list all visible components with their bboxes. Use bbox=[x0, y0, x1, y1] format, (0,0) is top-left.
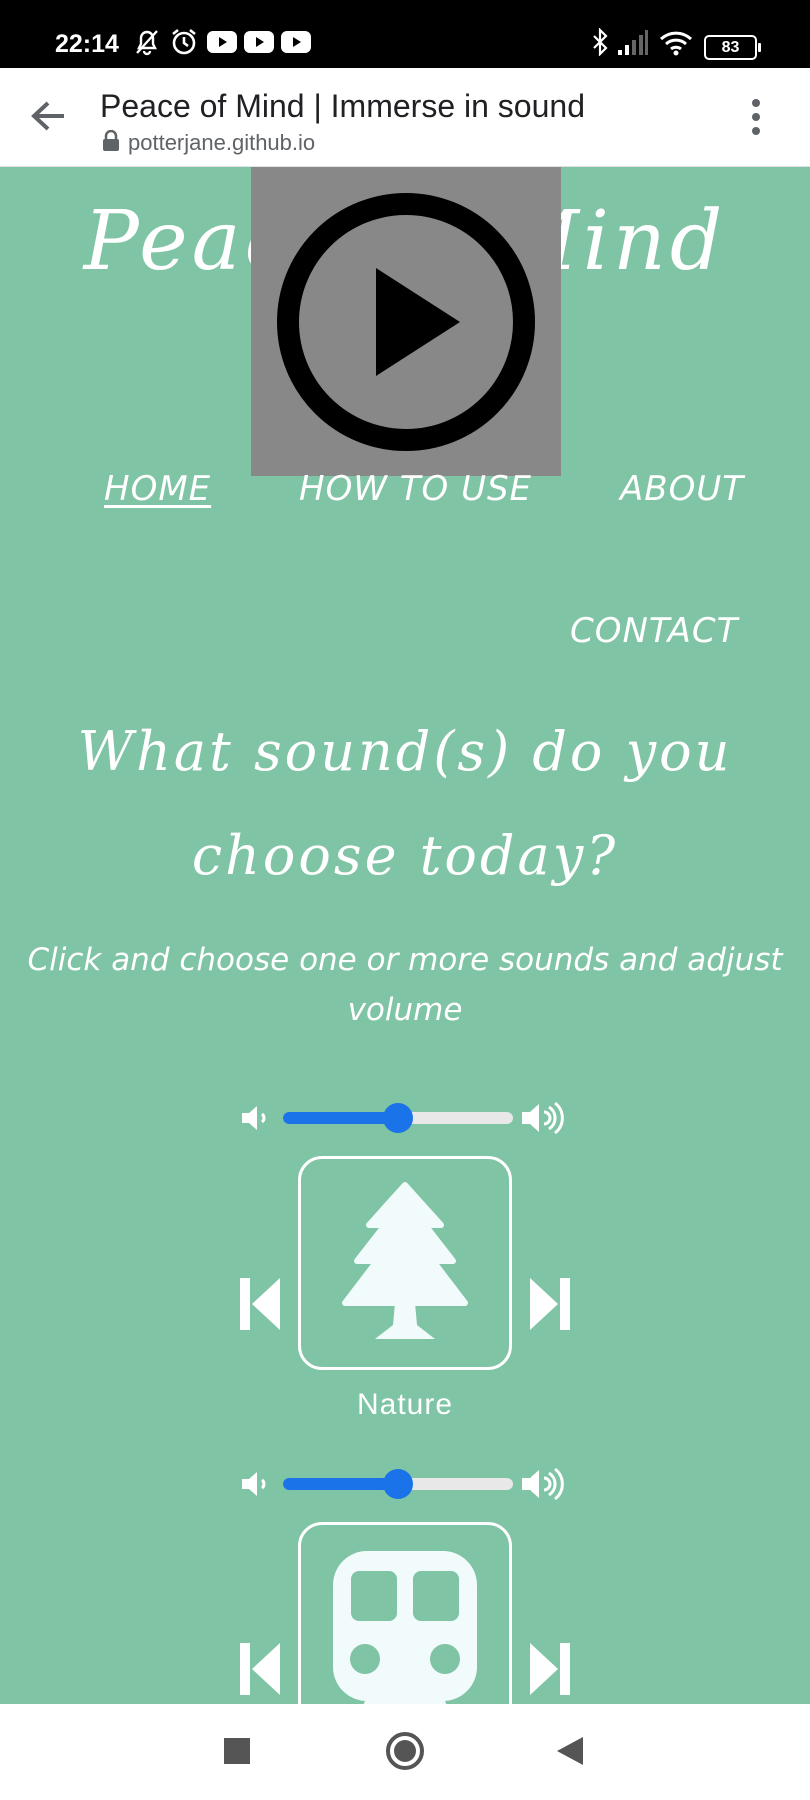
youtube-icon bbox=[207, 31, 237, 53]
youtube-icon bbox=[281, 31, 311, 53]
url-text[interactable]: potterjane.github.io bbox=[128, 130, 315, 156]
back-arrow-icon[interactable] bbox=[30, 100, 66, 132]
browser-toolbar: Peace of Mind | Immerse in sound potterj… bbox=[0, 68, 810, 167]
signal-icon bbox=[618, 30, 648, 55]
sound-label: Nature bbox=[356, 1388, 454, 1421]
lock-icon bbox=[103, 130, 119, 151]
volume-slider-thumb[interactable] bbox=[383, 1103, 413, 1133]
nav-contact-link[interactable]: CONTACT bbox=[570, 611, 738, 651]
volume-high-icon bbox=[522, 1101, 564, 1135]
volume-slider-fill bbox=[283, 1478, 398, 1490]
video-player[interactable] bbox=[251, 167, 561, 476]
bell-off-icon bbox=[136, 30, 158, 56]
status-bar: 22:14 83 bbox=[0, 0, 810, 68]
battery-icon: 83 bbox=[704, 35, 761, 60]
sound-tile-nature[interactable] bbox=[298, 1156, 512, 1370]
alarm-icon bbox=[172, 28, 196, 55]
volume-low-icon bbox=[242, 1106, 266, 1130]
previous-icon[interactable] bbox=[240, 1278, 280, 1330]
recents-icon[interactable] bbox=[224, 1738, 250, 1764]
volume-control bbox=[240, 1464, 570, 1504]
main-heading: What sound(s) do you choose today? bbox=[77, 720, 733, 887]
nav-about-link[interactable]: ABOUT bbox=[620, 469, 744, 509]
more-vert-icon[interactable] bbox=[746, 98, 766, 136]
volume-high-icon bbox=[522, 1467, 564, 1501]
volume-slider-thumb[interactable] bbox=[383, 1469, 413, 1499]
nav-how-to-use-link[interactable]: HOW TO USE bbox=[299, 469, 532, 509]
status-time: 22:14 bbox=[55, 30, 119, 58]
home-icon[interactable] bbox=[385, 1731, 425, 1771]
youtube-icon bbox=[244, 31, 274, 53]
system-nav-bar bbox=[0, 1704, 810, 1800]
previous-icon[interactable] bbox=[240, 1643, 280, 1695]
volume-low-icon bbox=[242, 1472, 266, 1496]
back-triangle-icon[interactable] bbox=[557, 1737, 583, 1765]
page-title[interactable]: Peace of Mind | Immerse in sound bbox=[100, 88, 585, 125]
bluetooth-icon bbox=[593, 28, 608, 56]
tree-icon bbox=[342, 1182, 468, 1339]
next-icon[interactable] bbox=[530, 1278, 570, 1330]
play-icon[interactable] bbox=[274, 190, 538, 454]
volume-control bbox=[240, 1098, 570, 1138]
wifi-icon bbox=[659, 31, 693, 56]
nav-home-link[interactable]: HOME bbox=[104, 469, 211, 509]
instructions-text: Click and choose one or more sounds and … bbox=[27, 942, 783, 1028]
volume-slider-fill bbox=[283, 1112, 398, 1124]
next-icon[interactable] bbox=[530, 1643, 570, 1695]
